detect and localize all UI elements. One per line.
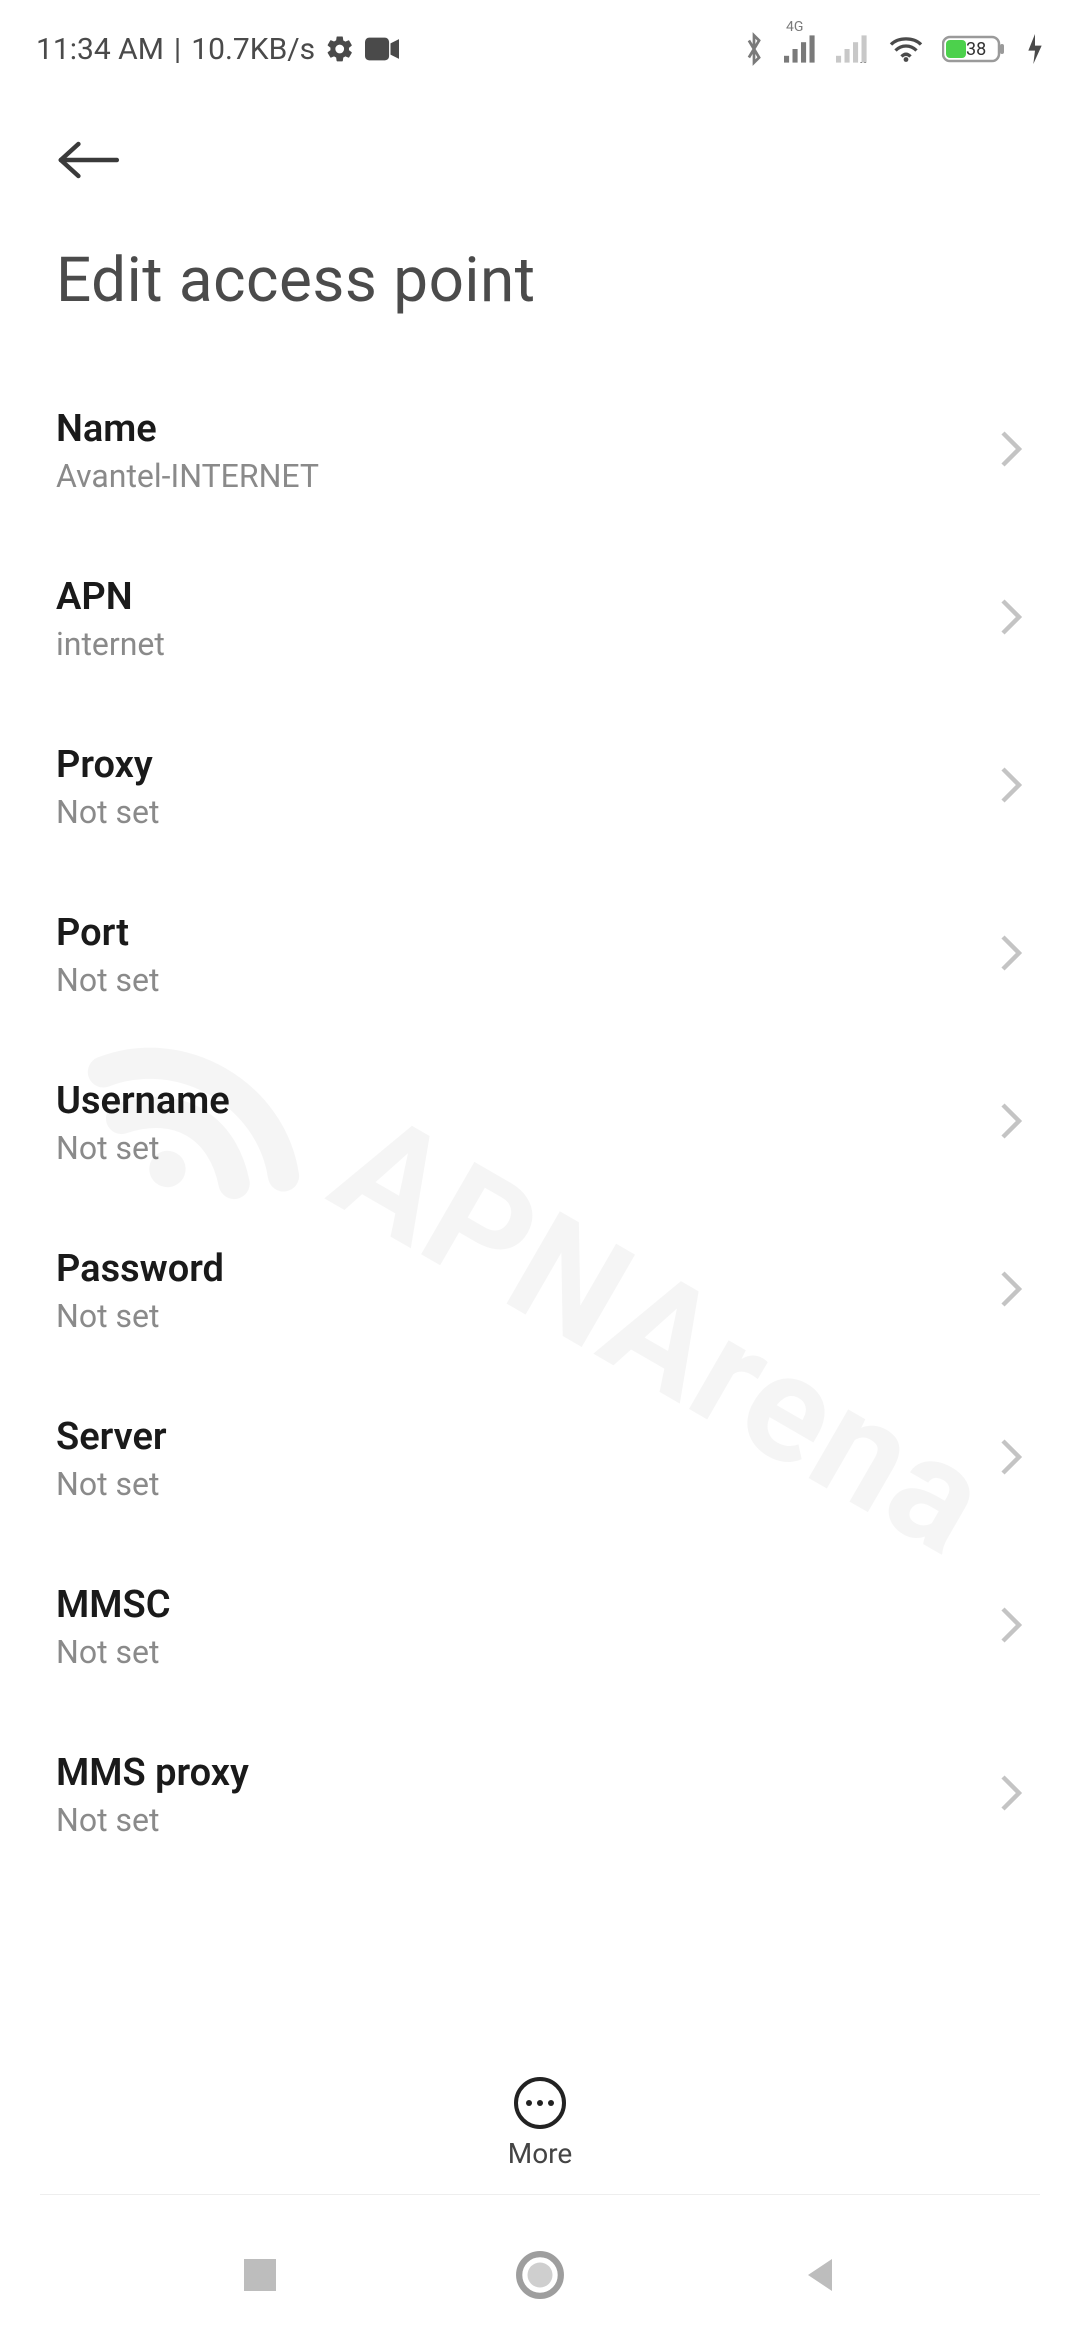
status-sep: | [174, 32, 181, 67]
nav-home-button[interactable] [500, 2235, 580, 2315]
item-label: APN [56, 575, 165, 619]
item-mmsc[interactable]: MMSC Not set [56, 1543, 1024, 1711]
item-label: Password [56, 1247, 224, 1291]
item-server[interactable]: Server Not set [56, 1375, 1024, 1543]
item-apn[interactable]: APN internet [56, 535, 1024, 703]
item-value: Not set [56, 1801, 249, 1839]
more-label: More [508, 2137, 573, 2170]
more-button[interactable]: More [0, 2077, 1080, 2170]
triangle-left-icon [800, 2255, 840, 2295]
battery-icon: 38 [942, 33, 1008, 65]
item-value: Not set [56, 793, 159, 831]
item-value: Not set [56, 1129, 230, 1167]
item-password[interactable]: Password Not set [56, 1207, 1024, 1375]
chevron-right-icon [998, 933, 1024, 977]
status-left: 11:34 AM | 10.7KB/s [36, 32, 399, 67]
item-username[interactable]: Username Not set [56, 1039, 1024, 1207]
item-value: internet [56, 625, 165, 663]
chevron-right-icon [998, 1773, 1024, 1817]
chevron-right-icon [998, 765, 1024, 809]
item-label: Port [56, 911, 159, 955]
chevron-right-icon [998, 429, 1024, 473]
item-value: Avantel-INTERNET [56, 457, 319, 495]
item-label: Username [56, 1079, 230, 1123]
signal-4g-icon: 4G [784, 35, 818, 63]
signal-nosim-icon: x [836, 35, 870, 63]
item-value: Not set [56, 961, 159, 999]
svg-text:x: x [860, 57, 867, 63]
back-button[interactable] [56, 130, 126, 190]
status-right: 4G x 38 [742, 32, 1044, 66]
chevron-right-icon [998, 1101, 1024, 1145]
chevron-right-icon [998, 1269, 1024, 1313]
nav-bar [0, 2210, 1080, 2340]
status-bar: 11:34 AM | 10.7KB/s 4G x 38 [0, 0, 1080, 80]
more-icon [514, 2077, 566, 2129]
item-label: Server [56, 1415, 167, 1459]
item-label: Name [56, 407, 319, 451]
charging-icon [1026, 34, 1044, 64]
chevron-right-icon [998, 1605, 1024, 1649]
scroll-fade [0, 1990, 1080, 2080]
item-label: MMSC [56, 1583, 171, 1627]
status-time: 11:34 AM [36, 32, 164, 67]
status-net-speed: 10.7KB/s [191, 32, 315, 67]
bluetooth-icon [742, 32, 766, 66]
nav-recents-button[interactable] [220, 2235, 300, 2315]
page-title: Edit access point [56, 244, 1024, 317]
item-value: Not set [56, 1297, 224, 1335]
nav-back-button[interactable] [780, 2235, 860, 2315]
item-mms-proxy[interactable]: MMS proxy Not set [56, 1711, 1024, 1879]
item-proxy[interactable]: Proxy Not set [56, 703, 1024, 871]
gear-icon [325, 34, 355, 64]
circle-icon [515, 2250, 565, 2300]
item-value: Not set [56, 1633, 171, 1671]
square-icon [240, 2255, 280, 2295]
item-label: Proxy [56, 743, 159, 787]
chevron-right-icon [998, 597, 1024, 641]
item-value: Not set [56, 1465, 167, 1503]
chevron-right-icon [998, 1437, 1024, 1481]
wifi-icon [888, 35, 924, 63]
camera-icon [365, 37, 399, 61]
bottom-divider [40, 2194, 1040, 2195]
item-port[interactable]: Port Not set [56, 871, 1024, 1039]
item-name[interactable]: Name Avantel-INTERNET [56, 367, 1024, 535]
header: Edit access point [0, 80, 1080, 327]
item-label: MMS proxy [56, 1751, 249, 1795]
settings-list: Name Avantel-INTERNET APN internet Proxy… [0, 327, 1080, 1879]
arrow-left-icon [56, 140, 120, 180]
